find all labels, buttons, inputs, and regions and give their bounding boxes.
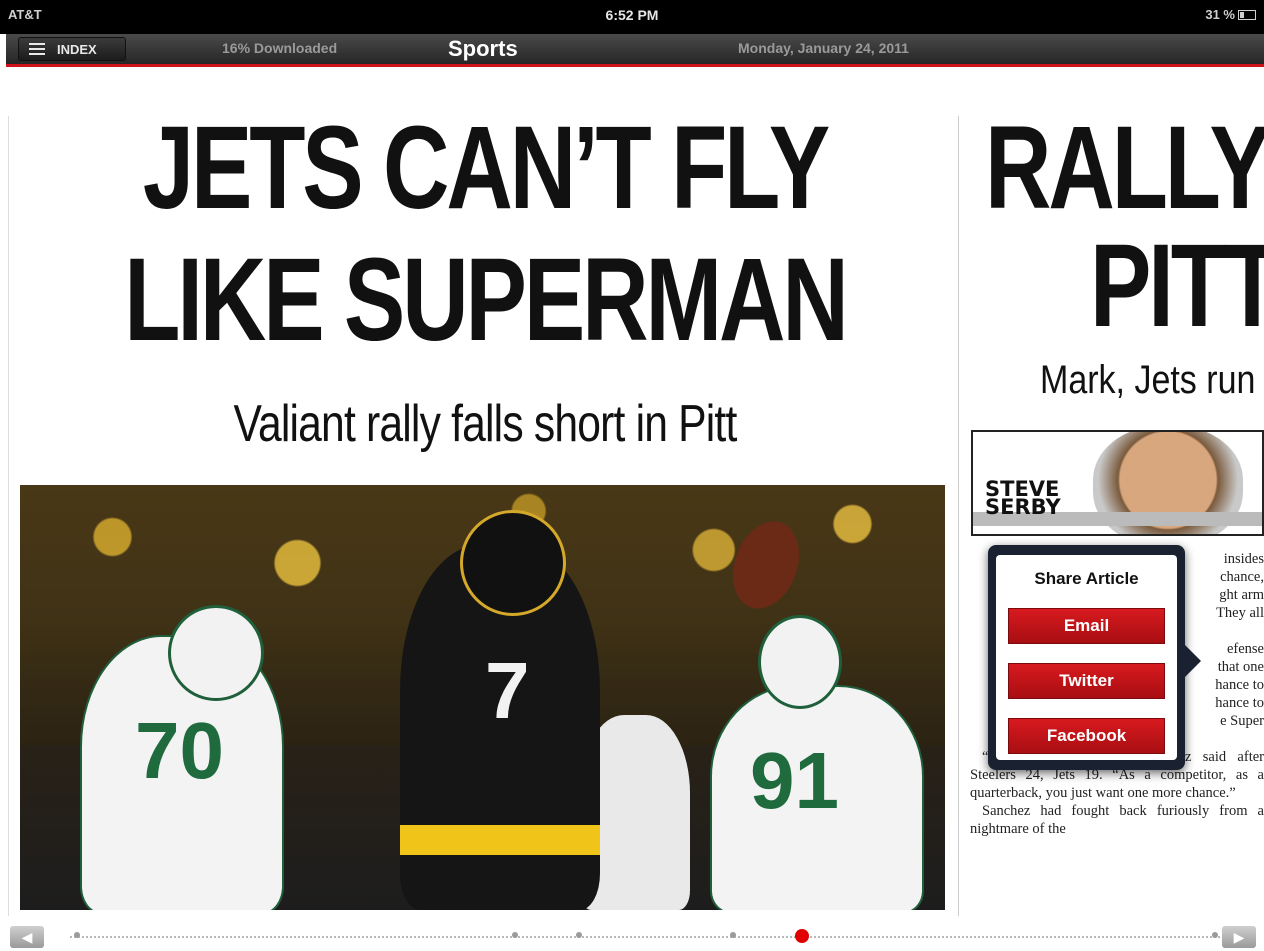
helmet: [168, 605, 264, 701]
page-marker[interactable]: [74, 932, 80, 938]
page-edge: [8, 116, 9, 916]
prev-page-button[interactable]: ◀: [10, 926, 44, 948]
share-popover-panel: Share Article Email Twitter Facebook: [996, 555, 1177, 760]
page-marker[interactable]: [512, 932, 518, 938]
battery-indicator: 31 %: [1205, 7, 1256, 22]
page-marker[interactable]: [1212, 932, 1218, 938]
prev-arrow-icon: ◀: [21, 928, 33, 945]
status-bar: AT&T 6:52 PM 31 %: [0, 0, 1264, 34]
helmet: [460, 510, 566, 616]
next-page-button[interactable]: ▶: [1222, 926, 1256, 948]
page-track[interactable]: [70, 936, 1220, 940]
story-photo[interactable]: 70 7 91: [20, 485, 945, 910]
current-page-indicator[interactable]: [795, 929, 809, 943]
download-status: 16% Downloaded: [222, 40, 338, 56]
right-subheadline: Mark, Jets run: [1040, 358, 1256, 402]
clock: 6:52 PM: [605, 7, 659, 23]
jersey-number: 91: [750, 736, 839, 825]
headline-line-1[interactable]: JETS CAN’T FLY: [122, 100, 847, 236]
headline-line-2[interactable]: LIKE SUPERMAN: [122, 232, 848, 368]
index-label: INDEX: [57, 41, 97, 57]
columnist-banner: STEVE SERBY: [971, 430, 1264, 536]
helmet: [758, 615, 842, 709]
index-list-icon: [29, 43, 45, 55]
article-paragraph: Sanchez had fought back furiously from a…: [970, 803, 1264, 837]
index-button[interactable]: INDEX: [18, 37, 126, 61]
share-email-button[interactable]: Email: [1008, 608, 1165, 644]
page-marker[interactable]: [730, 932, 736, 938]
jersey-number: 70: [135, 706, 224, 795]
uniform-stripe: [400, 825, 600, 855]
app-toolbar: INDEX 16% Downloaded Sports Monday, Janu…: [6, 34, 1264, 67]
right-headline-line-2[interactable]: PITT: [1090, 218, 1264, 354]
right-headline-line-1[interactable]: RALLY: [985, 100, 1264, 236]
battery-percent: 31 %: [1205, 7, 1235, 22]
share-popover-title: Share Article: [1034, 569, 1139, 588]
columnist-name: STEVE SERBY: [985, 477, 1061, 519]
jersey-number: 7: [485, 646, 530, 735]
page-scrubber[interactable]: ◀ ▶: [0, 922, 1264, 951]
section-title: Sports: [448, 36, 518, 61]
share-popover: Share Article Email Twitter Facebook: [988, 545, 1201, 770]
share-twitter-button[interactable]: Twitter: [1008, 663, 1165, 699]
subheadline: Valiant rally falls short in Pitt: [233, 395, 738, 453]
share-facebook-button[interactable]: Facebook: [1008, 718, 1165, 754]
page-divider: [958, 116, 959, 916]
issue-date: Monday, January 24, 2011: [738, 40, 909, 56]
next-arrow-icon: ▶: [1233, 928, 1245, 945]
battery-icon: [1238, 9, 1256, 20]
page-marker[interactable]: [576, 932, 582, 938]
